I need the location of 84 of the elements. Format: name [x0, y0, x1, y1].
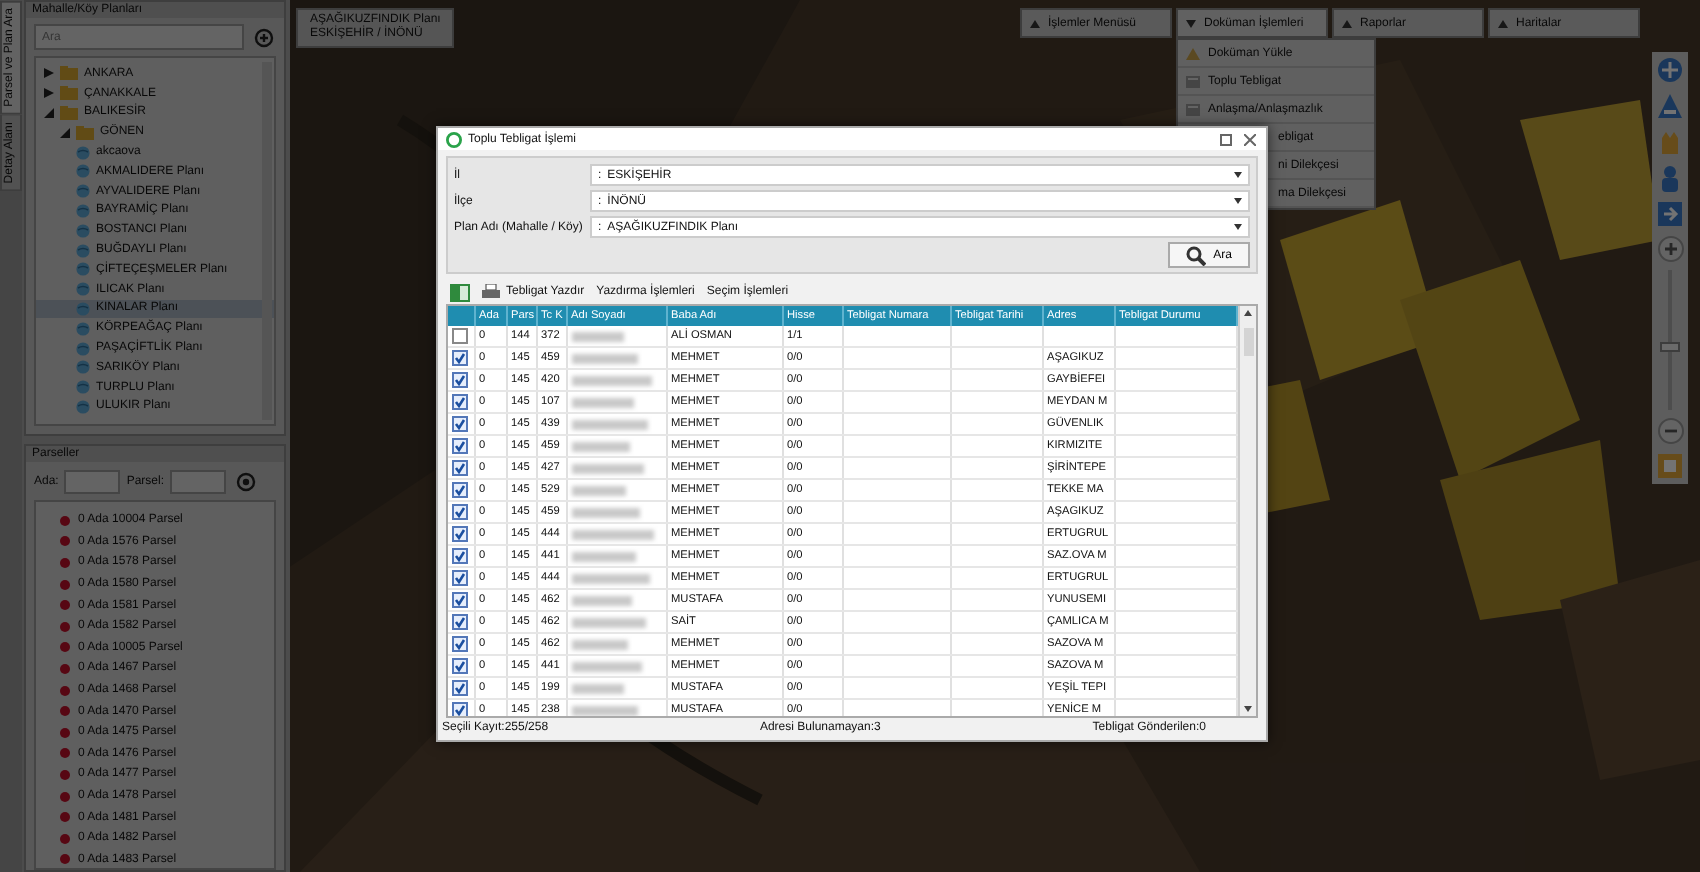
dot-icon: [60, 663, 70, 674]
dot-icon: [60, 536, 70, 547]
checkbox[interactable]: [452, 504, 468, 520]
triangle-icon: [1186, 47, 1200, 59]
layers-icon: [1656, 452, 1684, 480]
checkbox[interactable]: [452, 658, 468, 674]
spreadsheet-icon: [450, 283, 470, 301]
checkbox[interactable]: [452, 482, 468, 498]
dot-icon: [60, 515, 70, 526]
dot-icon: [60, 642, 70, 653]
checkbox[interactable]: [452, 570, 468, 586]
dot-icon: [60, 557, 70, 568]
close-button[interactable]: [1242, 131, 1258, 147]
globe-icon: [76, 360, 90, 375]
checkbox[interactable]: [452, 680, 468, 696]
zoom-out-button[interactable]: [1657, 418, 1683, 444]
dropdown-arrow-icon: [1234, 224, 1242, 230]
text-tool-icon: [1656, 92, 1684, 120]
globe-icon: [76, 223, 90, 238]
dot-icon: [60, 812, 70, 823]
checkbox[interactable]: [452, 636, 468, 652]
caret-icon: [1186, 19, 1196, 27]
dot-icon: [60, 600, 70, 611]
globe-icon: [76, 341, 90, 356]
caret-icon: [1342, 19, 1352, 27]
dot-icon: [60, 621, 70, 632]
checkbox[interactable]: [452, 526, 468, 542]
document-icon: [1186, 103, 1200, 115]
printer-icon: [482, 284, 500, 300]
dot-icon: [60, 748, 70, 759]
scrollbar[interactable]: [262, 62, 272, 420]
dot-icon: [60, 685, 70, 696]
globe-icon: [76, 380, 90, 395]
folder-icon: [60, 105, 78, 120]
scroll-up-icon: [1244, 310, 1252, 316]
globe-icon: [76, 184, 90, 199]
add-button[interactable]: [250, 24, 276, 50]
checkbox[interactable]: [452, 350, 468, 366]
app-icon: [446, 131, 462, 147]
checkbox[interactable]: [452, 592, 468, 608]
dot-icon: [60, 854, 70, 865]
document-icon: [1186, 75, 1200, 87]
dot-icon: [60, 791, 70, 802]
input-field[interactable]: [64, 469, 121, 493]
scrollbar[interactable]: [1238, 306, 1256, 716]
folder-icon: [60, 86, 78, 101]
zoom-in-button[interactable]: [1657, 236, 1683, 262]
scroll-down-icon: [1244, 706, 1252, 712]
search-button[interactable]: [232, 468, 259, 494]
dropdown-arrow-icon: [1234, 198, 1242, 204]
globe-icon: [76, 301, 90, 316]
globe-icon: [76, 282, 90, 297]
globe-icon: [76, 243, 90, 258]
search-icon: [1185, 245, 1206, 265]
dot-icon: [60, 706, 70, 717]
dot-icon: [60, 579, 70, 590]
folder-icon: [60, 66, 78, 81]
dot-icon: [60, 833, 70, 844]
dot-icon: [60, 727, 70, 738]
export-icon: [1656, 200, 1684, 228]
checkbox[interactable]: [452, 614, 468, 630]
input-field[interactable]: [170, 469, 227, 493]
checkbox[interactable]: [452, 372, 468, 388]
caret-icon: [1030, 19, 1040, 27]
globe-icon: [76, 399, 90, 414]
globe-icon: [76, 203, 90, 218]
person-icon: [1656, 164, 1684, 192]
checkbox[interactable]: [452, 394, 468, 410]
globe-icon: [76, 164, 90, 179]
checkbox[interactable]: [452, 416, 468, 432]
compass-icon: [1656, 56, 1684, 84]
globe-icon: [76, 145, 90, 160]
checkbox[interactable]: [452, 328, 468, 344]
maximize-button[interactable]: [1218, 131, 1234, 147]
folder-icon: [76, 125, 94, 140]
globe-icon: [76, 262, 90, 277]
dropdown-arrow-icon: [1234, 172, 1242, 178]
dot-icon: [60, 769, 70, 780]
checkbox[interactable]: [452, 548, 468, 564]
checkbox[interactable]: [452, 438, 468, 454]
globe-icon: [76, 321, 90, 336]
checkbox[interactable]: [452, 460, 468, 476]
checkbox[interactable]: [452, 702, 468, 716]
caret-icon: [1498, 19, 1508, 27]
